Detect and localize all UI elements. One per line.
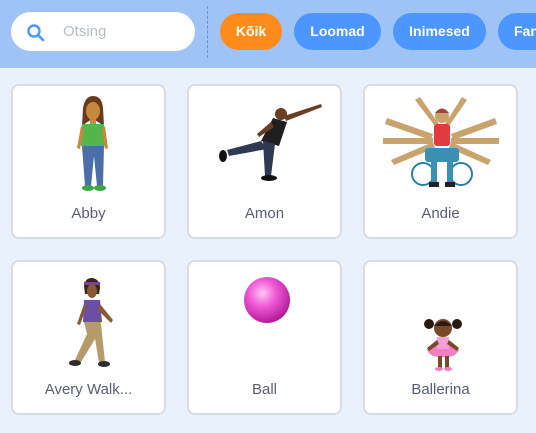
sprite-name: Abby	[71, 205, 106, 222]
tag-animals[interactable]: Loomad	[294, 13, 381, 50]
sprite-card-avery-walking[interactable]: Avery Walk...	[11, 260, 166, 415]
amon-sprite-image	[219, 104, 322, 181]
sprite-name: Amon	[244, 205, 285, 222]
sprite-name: Ballerina	[411, 381, 470, 398]
sprite-name: Ball	[251, 381, 277, 398]
sprite-name: Avery Walk...	[44, 381, 133, 398]
tag-fantasy[interactable]: Fan	[498, 13, 536, 50]
sprite-card-abby[interactable]: Abby	[11, 84, 166, 239]
sprite-card-ballerina[interactable]: Ballerina	[363, 260, 518, 415]
sprite-card-ball[interactable]: Ball	[187, 260, 342, 415]
abby-sprite-image	[77, 96, 108, 191]
sprite-card-andie[interactable]: Andie	[363, 84, 518, 239]
sprite-card-amon[interactable]: Amon	[187, 84, 342, 239]
toolbar-divider	[207, 6, 208, 58]
tag-people[interactable]: Inimesed	[393, 13, 486, 50]
andie-sprite-image	[383, 97, 499, 187]
avery-walking-sprite-image	[69, 278, 113, 367]
search-icon	[27, 24, 45, 42]
category-toolbar: Otsing Kõik Loomad Inimesed Fan	[0, 0, 536, 68]
search-placeholder[interactable]: Otsing	[63, 23, 106, 40]
sprite-name: Andie	[421, 205, 460, 222]
ball-sprite-image	[244, 277, 290, 323]
ballerina-sprite-image	[424, 319, 462, 371]
tag-all[interactable]: Kõik	[220, 13, 282, 50]
search-box[interactable]: Otsing	[11, 12, 195, 51]
